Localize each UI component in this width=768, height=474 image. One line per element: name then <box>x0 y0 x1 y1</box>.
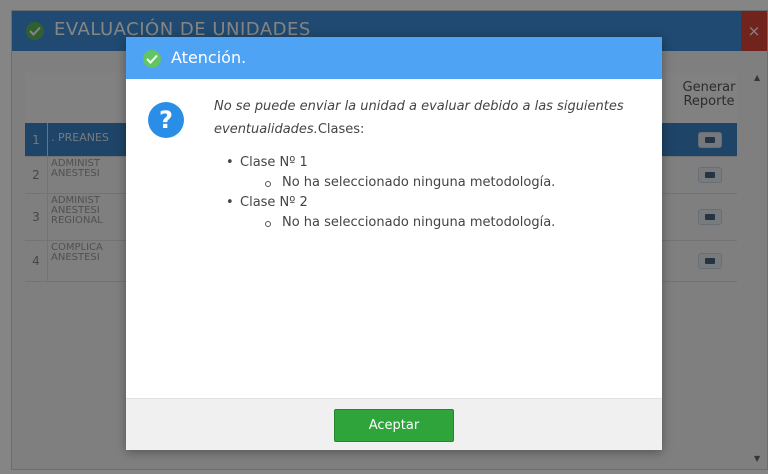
dialog-header: Atención. <box>126 37 662 79</box>
class-issue: No ha seleccionado ninguna metodología. <box>282 215 556 230</box>
classes-list: • Clase Nº 1 No ha seleccionado ninguna … <box>214 153 654 233</box>
accept-button[interactable]: Aceptar <box>334 409 454 442</box>
issue-list: No ha seleccionado ninguna metodología. <box>240 173 654 193</box>
class-issue: No ha seleccionado ninguna metodología. <box>282 175 556 190</box>
bullet-icon: • <box>226 155 234 170</box>
check-icon <box>143 50 161 68</box>
list-item: No ha seleccionado ninguna metodología. <box>265 173 654 193</box>
class-name: Clase Nº 1 <box>240 155 308 170</box>
circle-bullet-icon <box>265 181 271 187</box>
circle-bullet-icon <box>265 221 271 227</box>
dialog-message: No se puede enviar la unidad a evaluar d… <box>214 95 654 233</box>
attention-dialog: Atención. ? No se puede enviar la unidad… <box>126 37 662 450</box>
message-intro: No se puede enviar la unidad a evaluar d… <box>214 99 624 137</box>
issue-list: No ha seleccionado ninguna metodología. <box>240 213 654 233</box>
dialog-footer: Aceptar <box>126 398 662 450</box>
class-name: Clase Nº 2 <box>240 195 308 210</box>
list-item: • Clase Nº 2 No ha seleccionado ninguna … <box>226 193 654 233</box>
bullet-icon: • <box>226 195 234 210</box>
list-item: • Clase Nº 1 No ha seleccionado ninguna … <box>226 153 654 193</box>
list-item: No ha seleccionado ninguna metodología. <box>265 213 654 233</box>
question-icon: ? <box>148 102 184 138</box>
message-label: Clases: <box>317 122 365 137</box>
dialog-title: Atención. <box>171 48 247 67</box>
